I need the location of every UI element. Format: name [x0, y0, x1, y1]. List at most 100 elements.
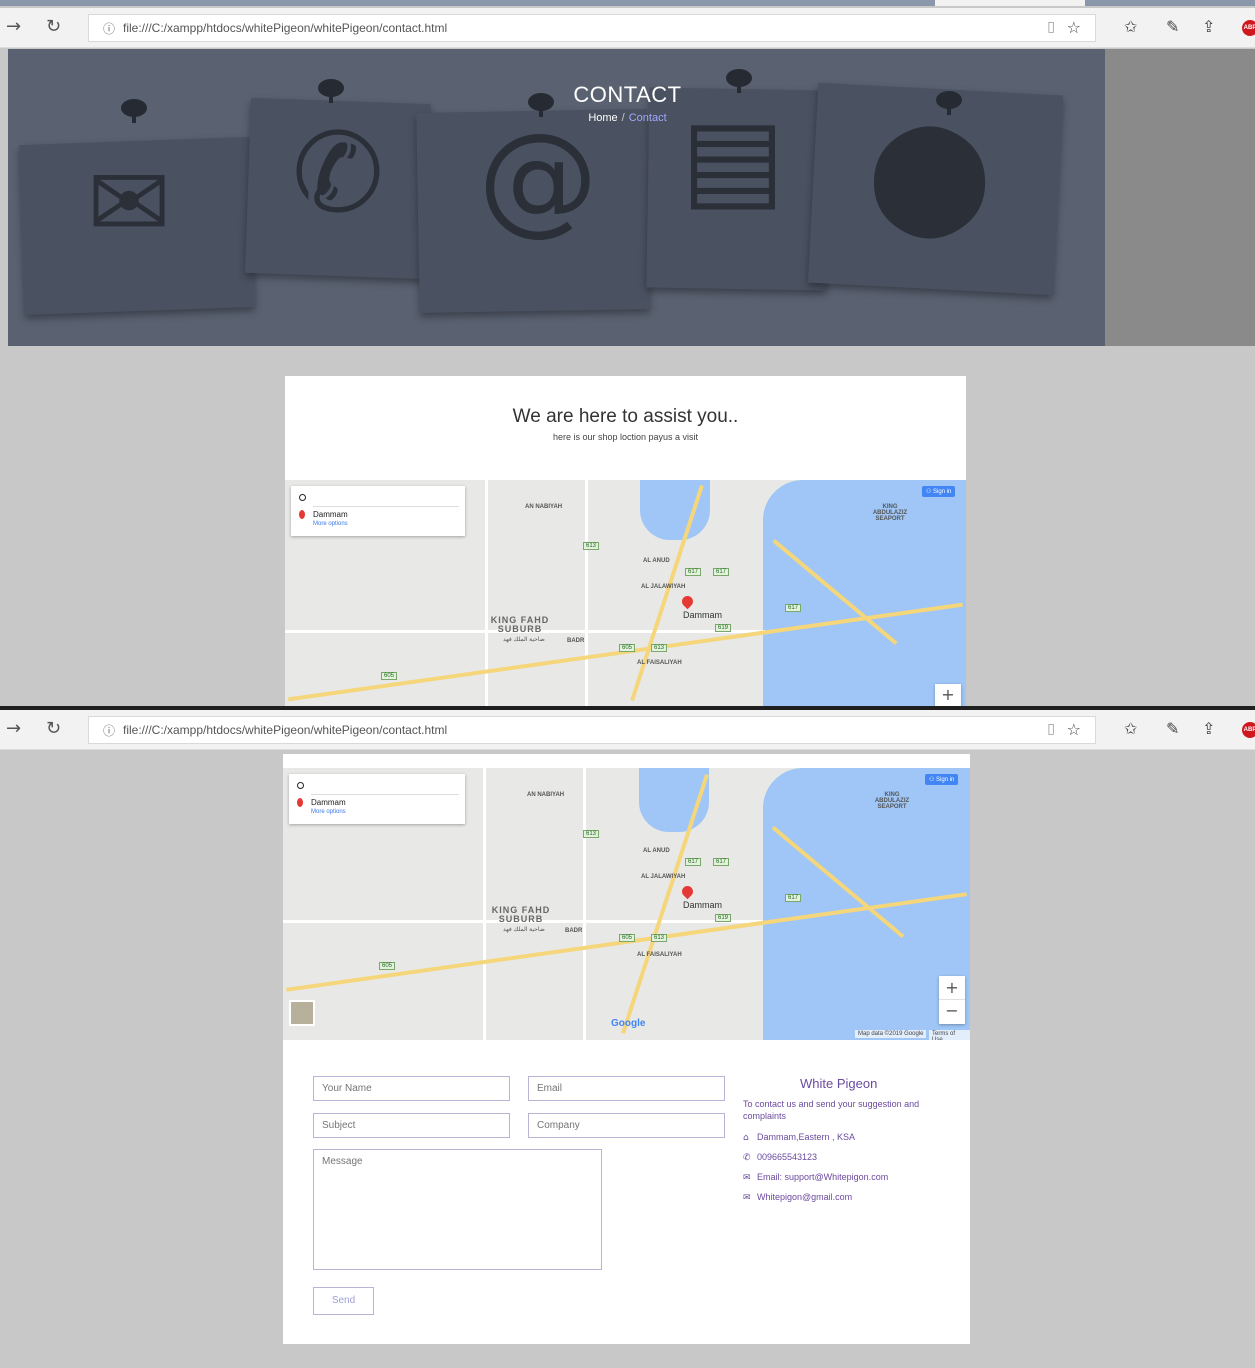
location-pin-icon: ⬤ [868, 109, 992, 237]
refresh-icon[interactable]: ↻ [46, 718, 61, 739]
page-title: CONTACT [573, 82, 682, 107]
map-road-shield: 617 [785, 604, 802, 612]
breadcrumb: Home / Contact [0, 112, 1255, 124]
address-bar[interactable]: ⓘ file:///C:/xampp/htdocs/whitePigeon/wh… [88, 14, 1096, 42]
adblock-icon[interactable]: ABP [1242, 20, 1255, 36]
book-icon[interactable]: ▯ [1047, 19, 1055, 35]
address-bar[interactable]: ⓘ file:///C:/xampp/htdocs/whitePigeon/wh… [88, 716, 1096, 744]
home-icon: ⌂ [743, 1133, 749, 1143]
zoom-control: + − [939, 976, 965, 1024]
map-road-shield: 605 [381, 672, 398, 680]
map-data-credit: Map data ©2019 Google [855, 1030, 927, 1038]
map-marker-head [679, 593, 696, 610]
pen-icon[interactable]: ✎ [1166, 719, 1179, 738]
satellite-toggle[interactable] [289, 1000, 315, 1026]
active-tab[interactable] [935, 0, 1085, 6]
map-area-label: AN NABIYAH [525, 504, 563, 510]
pen-icon[interactable]: ✎ [1166, 17, 1179, 36]
more-options-link[interactable]: More options [313, 521, 348, 527]
address-text: file:///C:/xampp/htdocs/whitePigeon/whit… [123, 21, 448, 35]
map-street [483, 768, 486, 1040]
intro-block: We are here to assist you.. here is our … [285, 376, 966, 442]
adblock-icon[interactable]: ABP [1242, 722, 1255, 738]
email-row: ✉ Email: support@Whitepigon.com [743, 1172, 888, 1183]
map-road-shield: 617 [713, 568, 730, 576]
star-icon[interactable]: ☆ [1067, 18, 1081, 37]
email-text[interactable]: Email: support@Whitepigon.com [757, 1172, 888, 1182]
location-map[interactable]: AN NABIYAH AL ANUD AL JALAWIYAH AL FAISA… [283, 768, 970, 1040]
map-road-shield: 605 [619, 934, 636, 942]
origin-input-line[interactable] [313, 506, 459, 507]
breadcrumb-home[interactable]: Home [588, 112, 617, 124]
favorites-icon[interactable]: ✩ [1124, 17, 1137, 36]
map-street [583, 768, 586, 1040]
map-directions-box: Dammam More options [291, 486, 465, 536]
share-icon[interactable]: ⇪ [1202, 17, 1215, 36]
phone-icon: ✆ [743, 1153, 751, 1163]
phone-icon: ✆ [291, 109, 385, 237]
map-directions-box: Dammam More options [289, 774, 465, 824]
map-district-arabic: ضاحية الملك فهد [503, 637, 545, 643]
map-sign-in-button[interactable]: ⚇ Sign in [925, 774, 959, 785]
zoom-in-button[interactable]: + [939, 976, 965, 1000]
email-input[interactable] [528, 1076, 725, 1101]
message-textarea[interactable] [313, 1149, 602, 1270]
company-name: White Pigeon [800, 1076, 878, 1091]
zoom-out-button[interactable]: − [939, 1000, 965, 1024]
email-row-2: ✉ Whitepigon@gmail.com [743, 1192, 852, 1203]
send-button[interactable]: Send [313, 1287, 374, 1315]
destination-label: Dammam [311, 798, 346, 807]
map-area-label: BADR [567, 638, 585, 644]
location-map[interactable]: AN NABIYAH AL ANUD AL JALAWIYAH AL FAISA… [285, 480, 966, 706]
map-port-label: KING ABDULAZIZ SEAPORT [874, 792, 910, 810]
map-district-label: KING FAHD SUBURB [490, 615, 550, 634]
company-input[interactable] [528, 1113, 725, 1138]
contact-description: To contact us and send your suggestion a… [743, 1099, 920, 1121]
map-road-shield: 613 [651, 644, 668, 652]
map-sign-in-label: Sign in [933, 489, 952, 495]
favorites-icon[interactable]: ✩ [1124, 719, 1137, 738]
email-text-2[interactable]: Whitepigon@gmail.com [757, 1192, 852, 1202]
map-road-shield: 605 [619, 644, 636, 652]
envelope-icon: ✉ [743, 1173, 751, 1183]
map-area-label: AN NABIYAH [527, 792, 565, 798]
map-road-shield: 613 [583, 830, 600, 838]
map-street [585, 480, 588, 706]
subject-input[interactable] [313, 1113, 510, 1138]
map-road-shield: 619 [715, 914, 732, 922]
share-icon[interactable]: ⇪ [1202, 719, 1215, 738]
info-icon[interactable]: ⓘ [103, 20, 115, 37]
info-icon[interactable]: ⓘ [103, 722, 115, 739]
arrow-right-icon[interactable]: → [6, 16, 21, 37]
star-icon[interactable]: ☆ [1067, 720, 1081, 739]
name-input[interactable] [313, 1076, 510, 1101]
map-road-shield: 619 [715, 624, 732, 632]
zoom-in-button[interactable]: + [935, 684, 961, 706]
map-road-shield: 613 [583, 542, 600, 550]
map-road-shield: 617 [785, 894, 802, 902]
browser-window-bottom: → ↻ ⓘ file:///C:/xampp/htdocs/whitePigeo… [0, 710, 1255, 1368]
refresh-icon[interactable]: ↻ [46, 16, 61, 37]
map-road-shield: 617 [685, 858, 702, 866]
address-text: file:///C:/xampp/htdocs/whitePigeon/whit… [123, 723, 448, 737]
map-marker-head [679, 883, 696, 900]
more-options-link[interactable]: More options [311, 809, 346, 815]
destination-label: Dammam [313, 510, 348, 519]
breadcrumb-current: Contact [628, 112, 667, 124]
map-city-label: Dammam [683, 610, 723, 620]
origin-input-line[interactable] [311, 794, 459, 795]
terms-link[interactable]: Terms of Use [929, 1030, 970, 1040]
map-sign-in-button[interactable]: ⚇ Sign in [922, 486, 956, 497]
destination-pin-icon [299, 510, 305, 519]
map-district-arabic: ضاحية الملك فهد [503, 927, 545, 933]
book-icon[interactable]: ▯ [1047, 721, 1055, 737]
map-area-label: AL ANUD [643, 558, 670, 564]
map-road-shield: 605 [379, 962, 396, 970]
browser-toolbar: → ↻ ⓘ file:///C:/xampp/htdocs/whitePigeo… [0, 8, 1255, 48]
contact-card: AN NABIYAH AL ANUD AL JALAWIYAH AL FAISA… [283, 754, 970, 1344]
intro-subheading: here is our shop loction payus a visit [552, 432, 699, 442]
map-area-label: AL JALAWIYAH [641, 584, 686, 590]
envelope-icon: ✉ [87, 144, 171, 261]
arrow-right-icon[interactable]: → [6, 718, 21, 739]
breadcrumb-separator: / [621, 112, 625, 124]
